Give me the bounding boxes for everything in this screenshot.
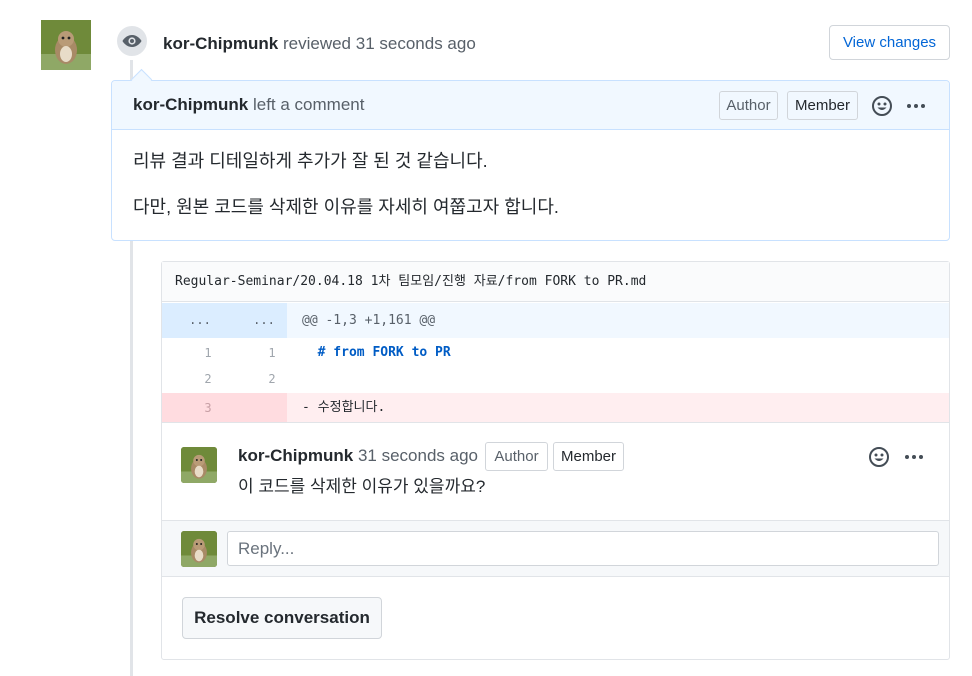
diff-code: - 수정합니다. <box>302 400 386 415</box>
author-badge: Author <box>485 442 548 471</box>
add-reaction-button[interactable] <box>870 94 894 118</box>
resolve-conversation-button[interactable]: Resolve conversation <box>182 597 382 639</box>
hunk-expand-right[interactable]: ... <box>234 303 294 338</box>
reply-area <box>162 520 949 577</box>
review-time[interactable]: 31 seconds ago <box>356 34 476 53</box>
chipmunk-avatar-image <box>41 20 91 70</box>
thread-comment-text: 이 코드를 삭제한 이유가 있을까요? <box>238 477 486 496</box>
kebab-horizontal-icon <box>905 455 923 459</box>
diff-file: Regular-Seminar/20.04.18 1차 팀모임/진행 자료/fr… <box>161 261 950 660</box>
review-thread: kor-Chipmunk 31 seconds ago Author Membe… <box>162 422 949 520</box>
comment-options-button[interactable] <box>905 94 927 118</box>
new-line-number[interactable] <box>242 393 302 423</box>
reply-input[interactable] <box>227 531 939 566</box>
comment-header: kor-Chipmunk left a comment Author Membe… <box>112 81 949 130</box>
thread-author-link[interactable]: kor-Chipmunk <box>238 446 353 465</box>
chipmunk-avatar-image <box>181 531 217 567</box>
hunk-header-row: ... ... @@ -1,3 +1,161 @@ <box>162 303 949 338</box>
comment-author-line: kor-Chipmunk left a comment <box>133 95 364 115</box>
review-event-badge <box>115 24 149 58</box>
add-reaction-button[interactable] <box>867 445 891 469</box>
chipmunk-avatar-image <box>181 447 217 483</box>
reviewer-avatar[interactable] <box>41 20 91 70</box>
author-badge: Author <box>719 91 778 120</box>
reply-avatar <box>181 531 217 567</box>
thread-avatar[interactable] <box>181 447 217 483</box>
eye-icon <box>122 35 142 47</box>
diff-line: 2 2 <box>162 364 949 394</box>
comment-action: left a comment <box>252 95 365 114</box>
view-changes-button[interactable]: View changes <box>829 25 950 60</box>
hunk-expand-left[interactable]: ... <box>170 303 230 338</box>
thread-time[interactable]: 31 seconds ago <box>358 446 478 465</box>
comment-author-link[interactable]: kor-Chipmunk <box>133 95 248 114</box>
diff-line-deleted: 3 - 수정합니다. <box>162 393 949 423</box>
review-header: kor-Chipmunk reviewed 31 seconds ago <box>163 33 476 55</box>
thread-options-button[interactable] <box>903 445 925 469</box>
comment-line: 다만, 원본 코드를 삭제한 이유를 자세히 여쭙고자 합니다. <box>133 197 559 217</box>
comment-body: 리뷰 결과 디테일하게 추가가 잘 된 것 같습니다. 다만, 원본 코드를 삭… <box>133 149 559 241</box>
review-action: reviewed <box>282 34 352 53</box>
hunk-header: @@ -1,3 +1,161 @@ <box>302 313 436 328</box>
review-comment: kor-Chipmunk left a comment Author Membe… <box>111 80 950 241</box>
old-line-number[interactable]: 3 <box>178 393 238 423</box>
smiley-icon <box>869 447 889 467</box>
smiley-icon <box>872 96 892 116</box>
thread-header: kor-Chipmunk 31 seconds ago <box>238 445 478 467</box>
kebab-horizontal-icon <box>907 104 925 108</box>
review-author-link[interactable]: kor-Chipmunk <box>163 34 278 53</box>
comment-line: 리뷰 결과 디테일하게 추가가 잘 된 것 같습니다. <box>133 151 488 171</box>
new-line-number[interactable]: 2 <box>242 364 302 394</box>
member-badge: Member <box>553 442 624 471</box>
file-path[interactable]: Regular-Seminar/20.04.18 1차 팀모임/진행 자료/fr… <box>162 262 949 302</box>
old-line-number[interactable]: 2 <box>178 364 238 394</box>
member-badge: Member <box>787 91 858 120</box>
